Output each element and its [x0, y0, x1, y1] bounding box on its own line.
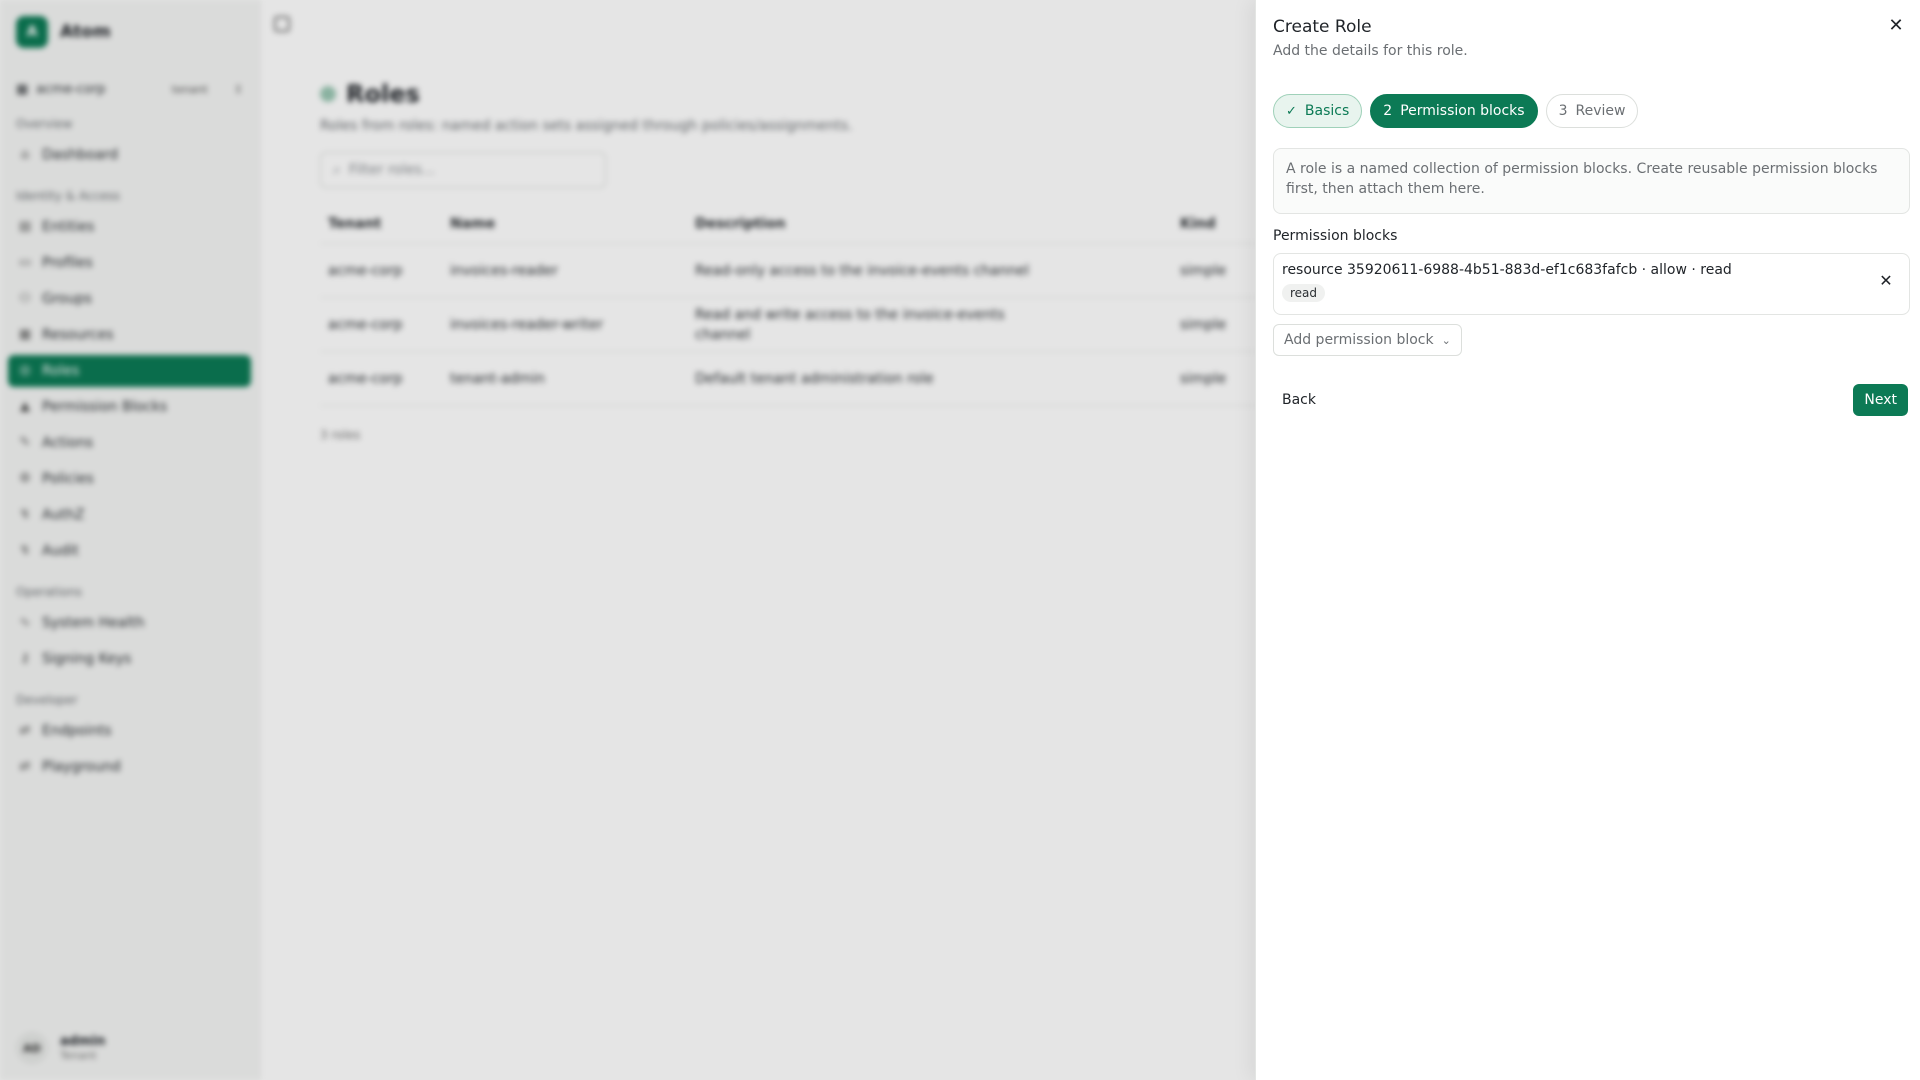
step-number: 3	[1558, 103, 1568, 119]
add-permission-block-select[interactable]: Add permission block ⌄	[1273, 324, 1462, 356]
sheet-title: Create Role	[1273, 17, 1372, 37]
step-number: 2	[1383, 103, 1393, 119]
stepper: ✓ Basics 2 Permission blocks 3 Review	[1273, 94, 1639, 128]
step-basics[interactable]: ✓ Basics	[1273, 94, 1363, 128]
back-button[interactable]: Back	[1273, 384, 1325, 416]
step-label: Basics	[1304, 103, 1350, 119]
step-label: Review	[1575, 103, 1626, 119]
permission-block-summary: resource 35920611-6988-4b51-883d-ef1c683…	[1282, 262, 1732, 278]
step-label: Permission blocks	[1400, 103, 1525, 119]
check-icon: ✓	[1286, 103, 1297, 119]
permission-block-item: resource 35920611-6988-4b51-883d-ef1c683…	[1273, 253, 1910, 315]
add-permission-block-label: Add permission block	[1284, 332, 1434, 348]
next-button[interactable]: Next	[1853, 384, 1908, 416]
close-icon[interactable]: ✕	[1886, 16, 1906, 36]
permission-blocks-label: Permission blocks	[1273, 228, 1398, 244]
step-permission-blocks[interactable]: 2 Permission blocks	[1370, 94, 1538, 128]
step-review[interactable]: 3 Review	[1545, 94, 1639, 128]
remove-icon[interactable]: ✕	[1877, 272, 1895, 290]
action-chip: read	[1282, 284, 1326, 302]
create-role-sheet: Create Role Add the details for this rol…	[1255, 0, 1920, 1080]
sheet-subtitle: Add the details for this role.	[1273, 43, 1468, 59]
info-callout: A role is a named collection of permissi…	[1273, 148, 1910, 214]
chevron-down-icon: ⌄	[1441, 333, 1451, 347]
